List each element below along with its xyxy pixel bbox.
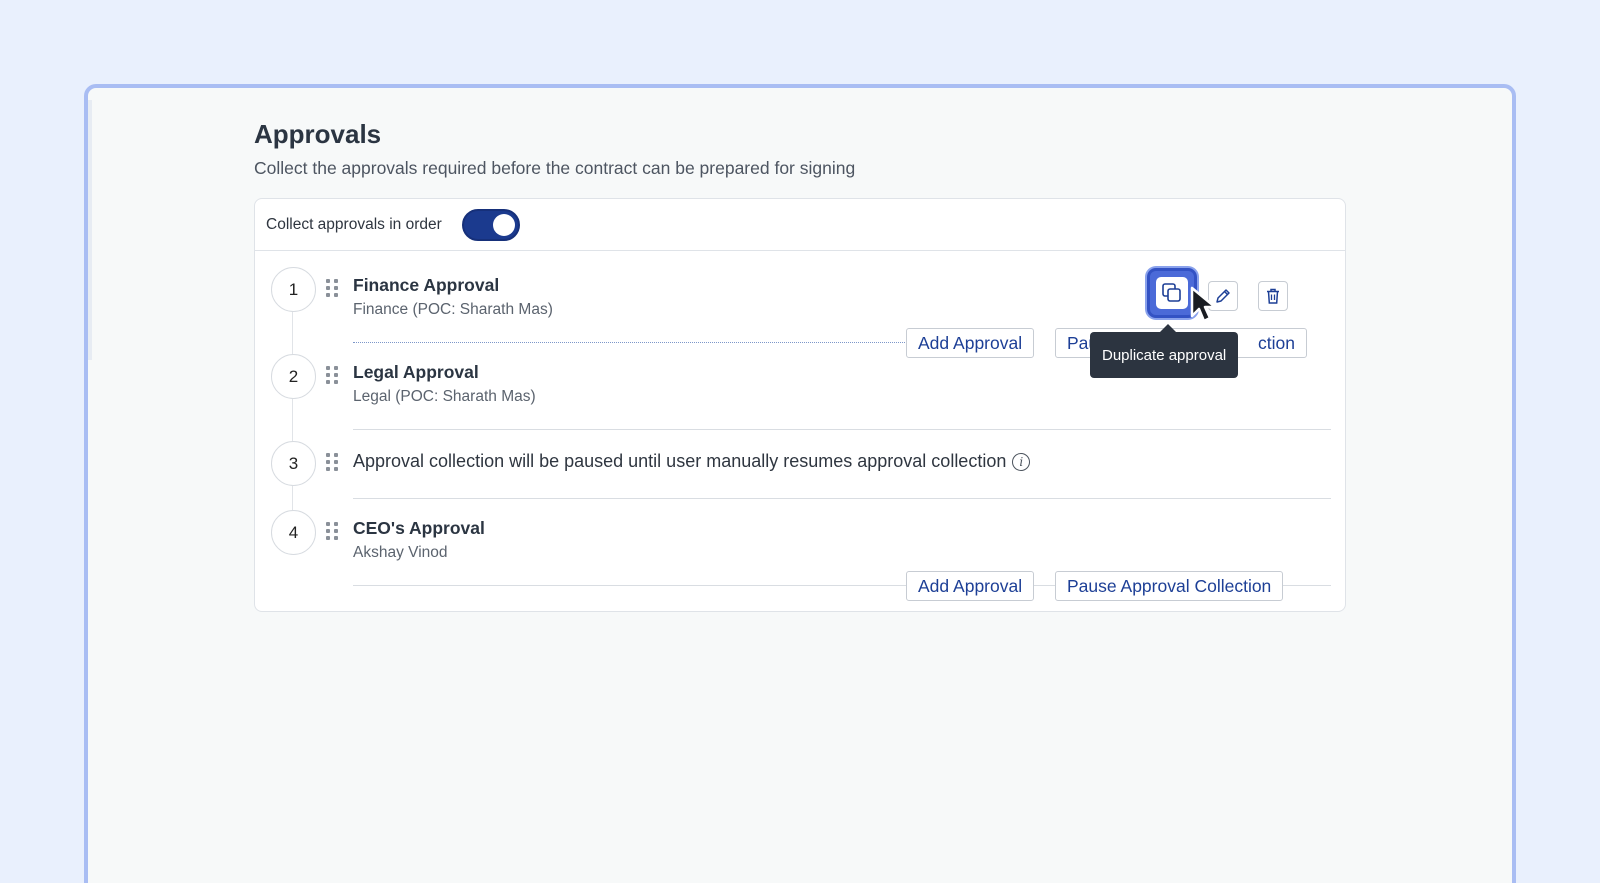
mouse-cursor-icon <box>1190 286 1217 323</box>
window-edge <box>88 100 92 360</box>
step-1-subtitle: Finance (POC: Sharath Mas) <box>353 301 553 318</box>
info-icon[interactable]: i <box>1012 452 1031 471</box>
drag-handle-icon[interactable] <box>326 366 338 384</box>
step-divider-1 <box>353 342 913 343</box>
page-title: Approvals <box>254 119 382 149</box>
drag-handle-icon[interactable] <box>326 522 338 540</box>
collect-in-order-label: Collect approvals in order <box>266 215 442 233</box>
tooltip: Duplicate approval <box>1090 324 1239 378</box>
pause-button-label-end: ction <box>1258 332 1295 353</box>
card-header: Collect approvals in order <box>255 199 1345 251</box>
add-approval-button[interactable]: Add Approval <box>906 571 1035 601</box>
drag-handle-icon[interactable] <box>326 279 338 297</box>
delete-approval-button[interactable] <box>1258 281 1288 311</box>
pause-step-text: Approval collection will be paused until… <box>353 451 1007 471</box>
add-approval-button[interactable]: Add Approval <box>906 328 1035 358</box>
pause-approval-collection-button[interactable]: Pause Approval Collection <box>1055 571 1284 601</box>
step-divider-2 <box>353 429 1331 430</box>
step-number-4: 4 <box>271 510 316 555</box>
drag-handle-icon[interactable] <box>326 453 338 471</box>
toggle-knob <box>492 213 515 236</box>
step-4-title: CEO's Approval <box>353 518 485 538</box>
approvals-card: Collect approvals in order 1 Finance App… <box>254 198 1346 612</box>
step-2-title: Legal Approval <box>353 362 479 382</box>
step-4-subtitle: Akshay Vinod <box>353 544 448 561</box>
tooltip-text: Duplicate approval <box>1102 346 1227 364</box>
app-window: Approvals Collect the approvals required… <box>84 84 1516 883</box>
step-2-subtitle: Legal (POC: Sharath Mas) <box>353 388 536 405</box>
duplicate-icon <box>1162 283 1181 302</box>
trash-icon <box>1267 288 1279 304</box>
pause-step-row: Approval collection will be paused until… <box>353 451 1031 472</box>
step-number-2: 2 <box>271 354 316 399</box>
page-subtitle: Collect the approvals required before th… <box>254 158 856 178</box>
step-number-3: 3 <box>271 441 316 486</box>
collect-in-order-toggle[interactable] <box>461 208 520 241</box>
step-divider-3 <box>353 498 1331 499</box>
timeline-connector <box>292 299 293 531</box>
step-number-1: 1 <box>271 267 316 312</box>
step-1-title: Finance Approval <box>353 275 500 295</box>
